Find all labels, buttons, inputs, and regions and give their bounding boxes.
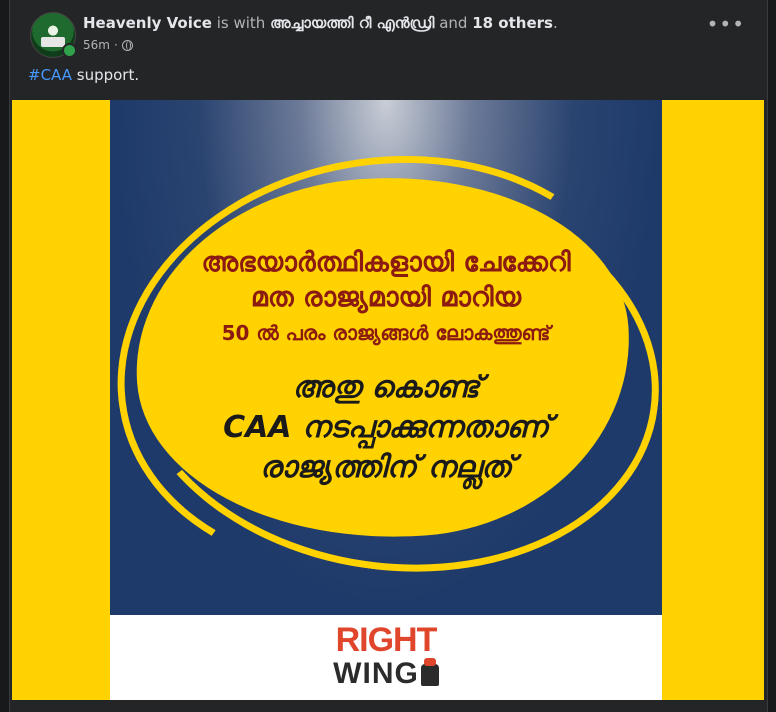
post-card: Heavenly Voice is with അച്ചായത്തി റീ എൻഡ… <box>9 0 768 712</box>
with-label: is with <box>216 14 266 32</box>
logo-right-text: RIGHT <box>335 621 438 659</box>
online-status-icon <box>62 43 77 58</box>
poster-red-text: അഭയാർത്ഥികളായി ചേക്കേറി മത രാജ്യമായി മാറ… <box>110 246 662 350</box>
post-meta: 56m · <box>83 38 133 52</box>
globe-icon[interactable] <box>121 39 133 51</box>
tagged-user[interactable]: അച്ചായത്തി റീ എൻഡ്രി <box>270 14 434 32</box>
fist-icon <box>420 658 439 686</box>
logo-band: RIGHT WING <box>110 615 662 700</box>
poster-line-1: അഭയാർത്ഥികളായി ചേക്കേറി <box>201 247 571 278</box>
more-options-icon[interactable]: ••• <box>707 14 745 34</box>
poster-black-text: അതു കൊണ്ട് CAA നടപ്പാക്കുന്നതാണ് രാജ്യത്… <box>110 368 662 488</box>
others-link[interactable]: 18 others <box>472 14 553 32</box>
poster-line-2: മത രാജ്യമായി മാറിയ <box>250 282 522 313</box>
poster-line-3: 50 ൽ പരം രാജ്യങ്ങൾ ലോകത്തുണ്ട് <box>221 321 551 345</box>
caption-text: support. <box>71 66 140 84</box>
poster-panel: അഭയാർത്ഥികളായി ചേക്കേറി മത രാജ്യമായി മാറ… <box>110 100 662 615</box>
poster-line-4: അതു കൊണ്ട് <box>292 370 480 405</box>
post-time[interactable]: 56m <box>83 38 110 52</box>
and-label: and <box>439 14 468 32</box>
post-image[interactable]: അഭയാർത്ഥികളായി ചേക്കേറി മത രാജ്യമായി മാറ… <box>12 100 764 700</box>
hashtag-link[interactable]: #CAA <box>28 66 72 84</box>
header-period: . <box>552 14 558 32</box>
meta-dot: · <box>113 38 118 52</box>
logo-wing-text: WING <box>333 657 419 690</box>
poster-line-5: CAA നടപ്പാക്കുന്നതാണ് <box>223 410 549 445</box>
author-name[interactable]: Heavenly Voice <box>83 14 212 32</box>
logo-wing: WING <box>110 657 662 691</box>
poster-line-6: രാജ്യത്തിന് നല്ലത് <box>259 450 513 485</box>
post-header: Heavenly Voice is with അച്ചായത്തി റീ എൻഡ… <box>83 14 558 32</box>
post-caption: #CAA support. <box>28 66 139 84</box>
